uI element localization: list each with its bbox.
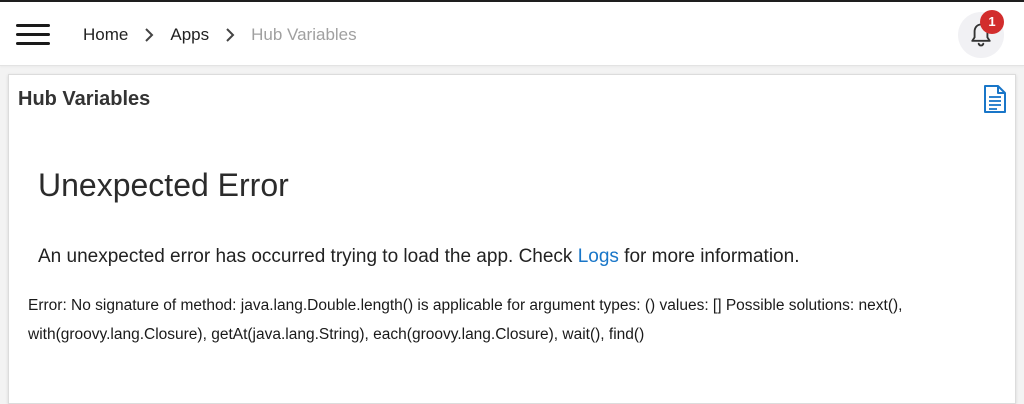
- error-message-text: An unexpected error has occurred trying …: [38, 246, 578, 267]
- menu-icon-bar: [16, 24, 50, 27]
- breadcrumb-home-link[interactable]: Home: [83, 25, 128, 45]
- menu-icon-bar: [16, 33, 50, 36]
- breadcrumb-apps-link[interactable]: Apps: [170, 25, 209, 45]
- notification-count-badge: 1: [980, 10, 1004, 34]
- top-app-bar: Home Apps Hub Variables 1: [0, 0, 1024, 66]
- logs-link[interactable]: Logs: [578, 246, 619, 267]
- error-detail: Error: No signature of method: java.lang…: [28, 297, 903, 343]
- page-title: Hub Variables: [18, 88, 151, 110]
- error-message-text-end: for more information.: [618, 246, 800, 267]
- chevron-right-icon: [209, 26, 251, 44]
- content-card: Hub Variables Unexpected Error An unexpe…: [8, 74, 1016, 404]
- document-icon[interactable]: [981, 84, 1009, 114]
- error-message: An unexpected error has occurred trying …: [38, 246, 799, 268]
- menu-icon-bar: [16, 42, 50, 45]
- breadcrumb: Home Apps Hub Variables: [83, 23, 357, 47]
- breadcrumb-current: Hub Variables: [251, 25, 357, 44]
- menu-icon[interactable]: [14, 20, 52, 48]
- chevron-right-icon: [128, 26, 170, 44]
- error-heading: Unexpected Error: [38, 167, 289, 203]
